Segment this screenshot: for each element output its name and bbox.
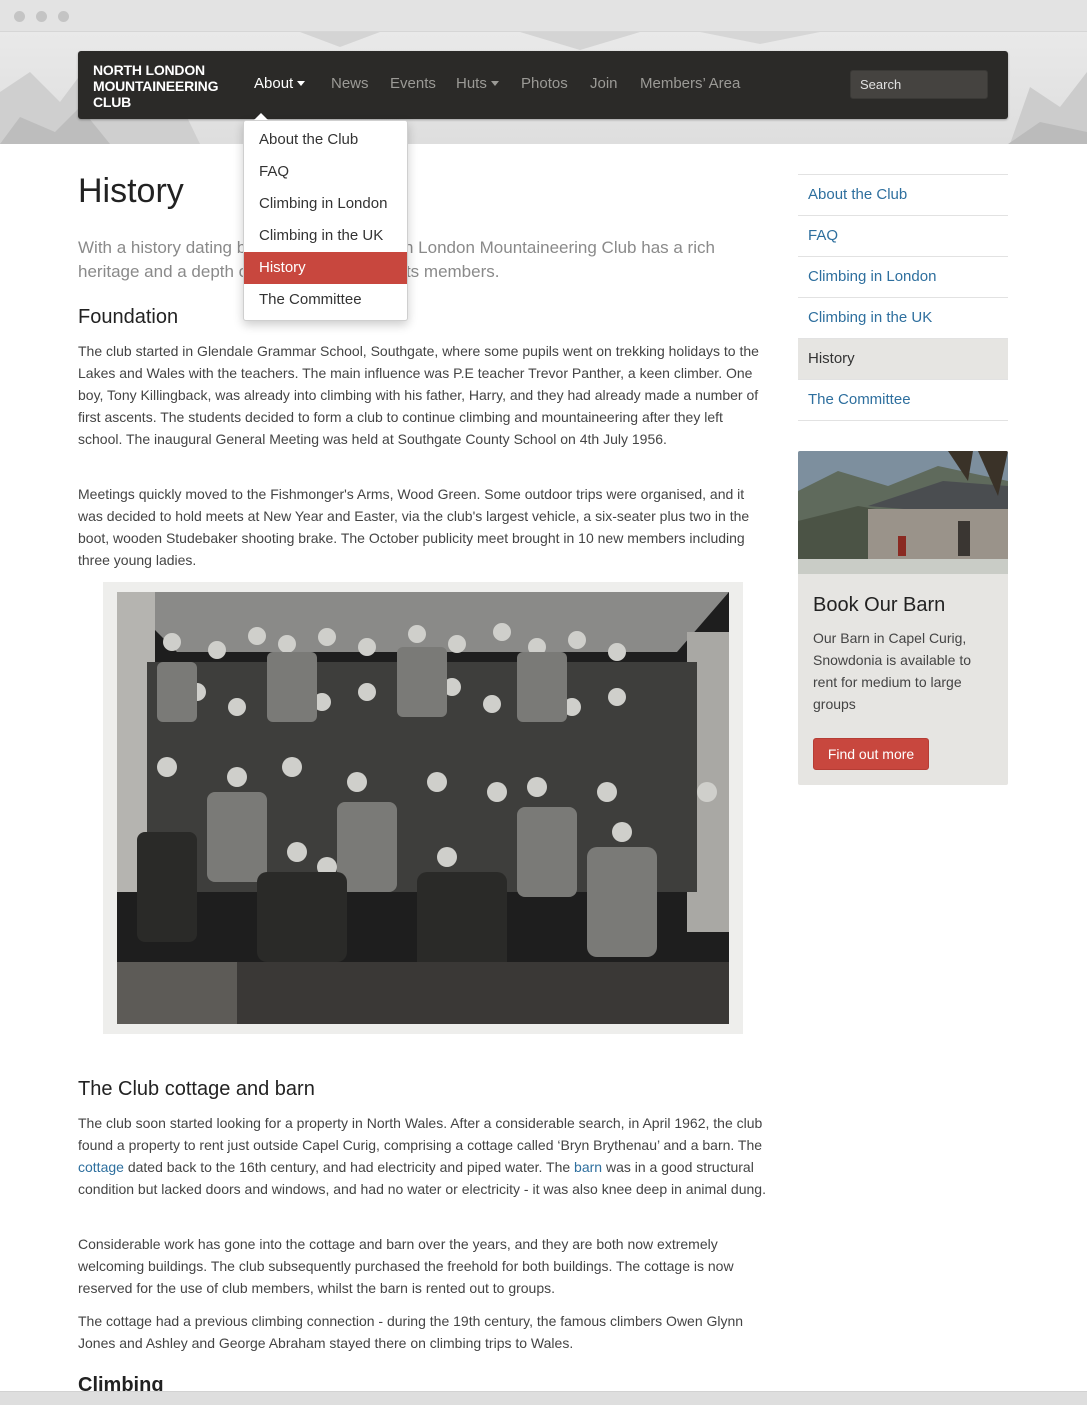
main-navbar: NORTH LONDON MOUNTAINEERING CLUB About N…: [78, 51, 1008, 119]
dropdown-item-history[interactable]: History: [244, 252, 407, 284]
group-photo-image: [117, 592, 729, 1024]
cottage-paragraph-1: The club soon started looking for a prop…: [78, 1115, 766, 1197]
page-title: History: [78, 172, 184, 210]
nav-about[interactable]: About: [254, 75, 306, 92]
cottage-heading: The Club cottage and barn: [78, 1078, 315, 1100]
dropdown-item-the-committee[interactable]: The Committee: [244, 284, 407, 316]
caret-down-icon: [297, 80, 306, 86]
nav-news[interactable]: News: [331, 75, 369, 92]
browser-chrome: [0, 0, 1087, 32]
cottage-paragraph-2: Considerable work has gone into the cott…: [78, 1236, 734, 1296]
barn-card-text: Our Barn in Capel Curig, Snowdonia is av…: [813, 630, 971, 712]
sidebar-item-history[interactable]: History: [798, 339, 1008, 380]
barn-photo-image: [798, 451, 1008, 574]
dropdown-item-climbing-in-the-uk[interactable]: Climbing in the UK: [244, 220, 407, 252]
sidebar-item-faq[interactable]: FAQ: [798, 216, 1008, 257]
sidebar-item-climbing-in-the-uk[interactable]: Climbing in the UK: [798, 298, 1008, 339]
nav-events[interactable]: Events: [390, 75, 436, 92]
window-close-icon[interactable]: [14, 11, 25, 22]
nav-members-area[interactable]: Members’ Area: [640, 75, 740, 92]
sidebar-item-climbing-in-london[interactable]: Climbing in London: [798, 257, 1008, 298]
dropdown-item-faq[interactable]: FAQ: [244, 156, 407, 188]
find-out-more-button[interactable]: Find out more: [813, 738, 929, 770]
barn-link[interactable]: barn: [574, 1159, 602, 1175]
horizontal-scrollbar[interactable]: [0, 1391, 1087, 1405]
dropdown-arrow: [254, 113, 268, 120]
nav-photos[interactable]: Photos: [521, 75, 568, 92]
foundation-paragraph-1: The club started in Glendale Grammar Sch…: [78, 343, 759, 447]
caret-down-icon: [490, 80, 499, 86]
window-maximize-icon[interactable]: [58, 11, 69, 22]
foundation-heading: Foundation: [78, 306, 179, 328]
search-input[interactable]: [850, 70, 988, 99]
dropdown-item-about-the-club[interactable]: About the Club: [244, 124, 407, 156]
book-barn-card: Book Our Barn Our Barn in Capel Curig, S…: [798, 451, 1008, 785]
foundation-paragraph-2: Meetings quickly moved to the Fishmonger…: [78, 486, 750, 568]
sidebar-item-the-committee[interactable]: The Committee: [798, 380, 1008, 421]
nav-huts[interactable]: Huts: [456, 75, 499, 92]
cottage-paragraph-3: The cottage had a previous climbing conn…: [78, 1313, 744, 1351]
lead-paragraph: With a history dating back to 1956, the …: [78, 238, 715, 281]
nav-join[interactable]: Join: [590, 75, 618, 92]
historic-club-photo: [103, 582, 743, 1034]
cottage-link[interactable]: cottage: [78, 1159, 124, 1175]
sidebar-nav: About the Club FAQ Climbing in London Cl…: [798, 174, 1008, 421]
sidebar-item-about-the-club[interactable]: About the Club: [798, 175, 1008, 216]
about-dropdown-menu: About the Club FAQ Climbing in London Cl…: [243, 120, 408, 321]
barn-card-title: Book Our Barn: [813, 594, 946, 616]
window-minimize-icon[interactable]: [36, 11, 47, 22]
club-logo-text[interactable]: NORTH LONDON MOUNTAINEERING CLUB: [93, 62, 243, 110]
dropdown-item-climbing-in-london[interactable]: Climbing in London: [244, 188, 407, 220]
